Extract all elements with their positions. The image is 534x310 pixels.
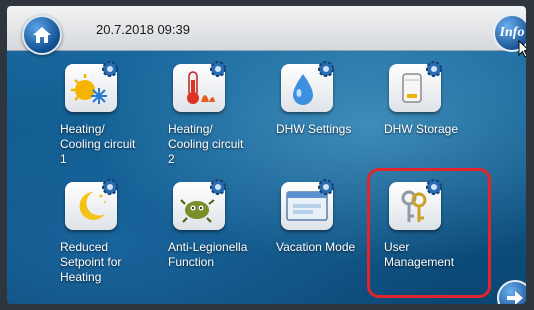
arrow-right-icon [507, 291, 523, 304]
home-button[interactable] [22, 15, 62, 55]
screen: 20.7.2018 09:39 Info Heating/ Cooling ci… [7, 6, 526, 304]
tile-label: Heating/ Cooling circuit 2 [168, 122, 244, 166]
next-button[interactable] [497, 280, 526, 304]
gear-icon [318, 179, 334, 195]
gear-icon [210, 61, 226, 77]
tile-label: Reduced Setpoint for Heating [60, 240, 122, 284]
top-bar: 20.7.2018 09:39 Info [7, 6, 526, 58]
info-label: Info [499, 25, 525, 40]
gear-icon [426, 61, 442, 77]
gear-icon [102, 179, 118, 195]
tile-icon-box [173, 179, 226, 230]
device-frame: 20.7.2018 09:39 Info Heating/ Cooling ci… [0, 0, 534, 310]
tile-label: Heating/ Cooling circuit 1 [60, 122, 136, 166]
tile-icon-box [65, 179, 118, 230]
tile-icon-box [281, 61, 334, 112]
tile-label: DHW Storage [384, 122, 459, 136]
tile-icon-box [65, 61, 118, 112]
tile-icon-box [173, 61, 226, 112]
highlight-box [367, 168, 491, 298]
tile-icon-box [281, 179, 334, 230]
date-time: 20.7.2018 09:39 [96, 22, 190, 37]
gear-icon [102, 61, 118, 77]
gear-icon [210, 179, 226, 195]
home-icon [33, 27, 51, 43]
mouse-cursor-icon [518, 40, 526, 58]
tile-label: DHW Settings [276, 122, 352, 136]
tile-icon-box [389, 61, 442, 112]
gear-icon [318, 61, 334, 77]
tile-label: Anti-Legionella Function [168, 240, 248, 269]
